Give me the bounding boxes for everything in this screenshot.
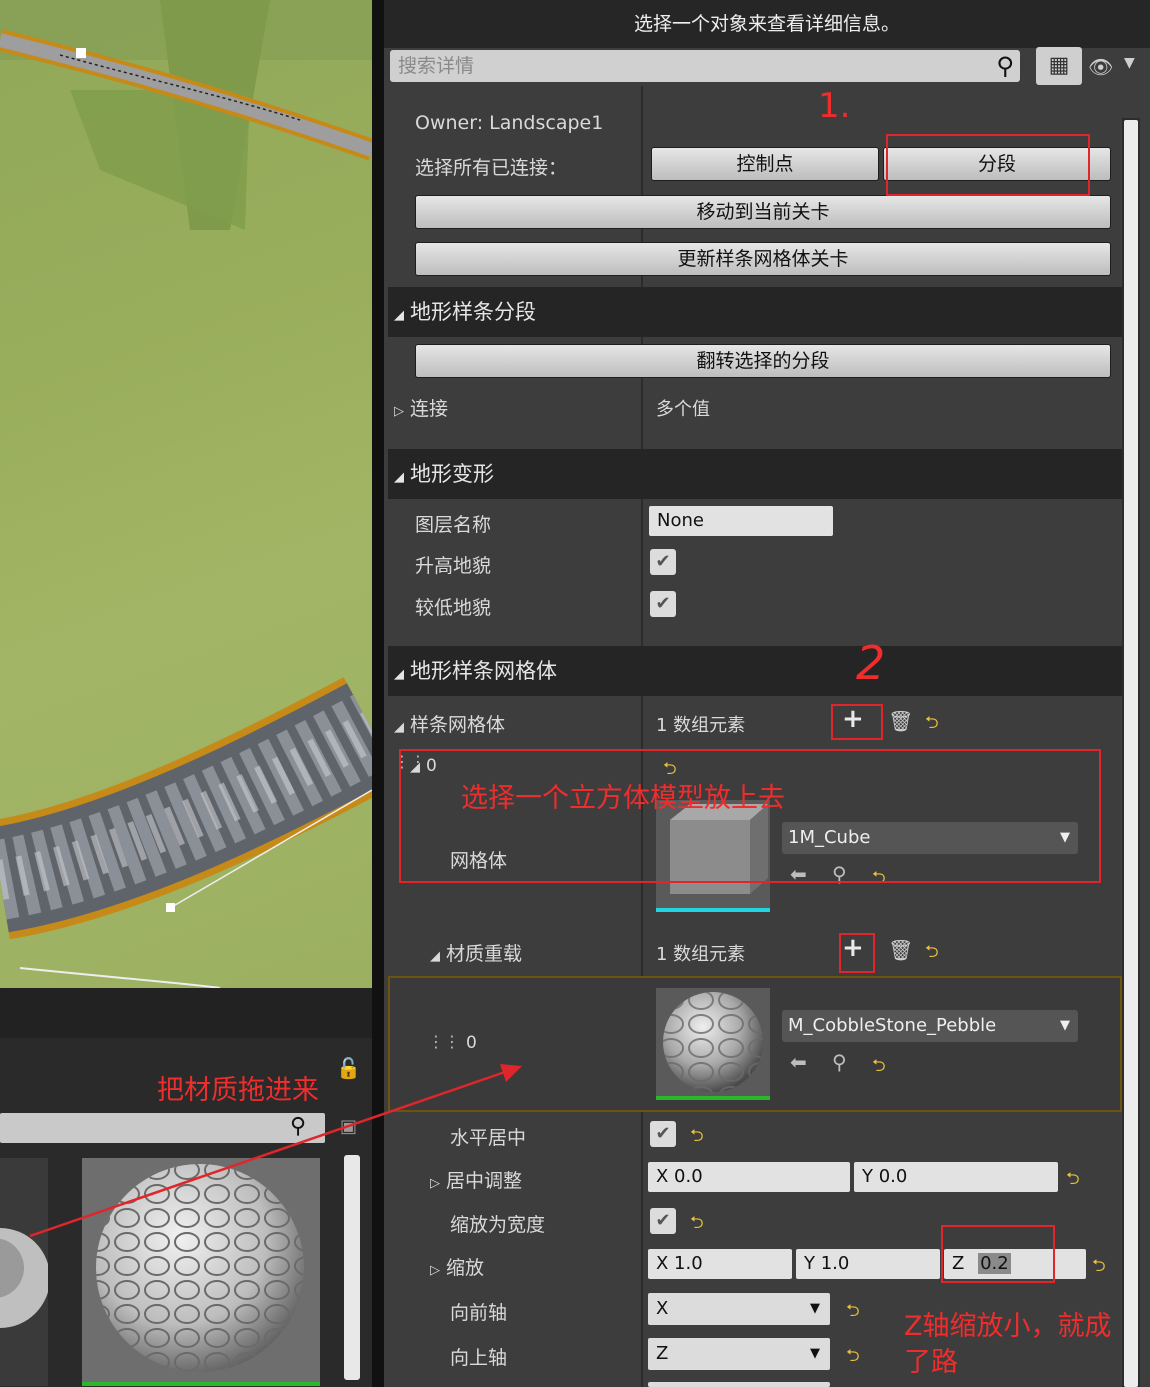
annotation-arrow bbox=[29, 1064, 522, 1238]
